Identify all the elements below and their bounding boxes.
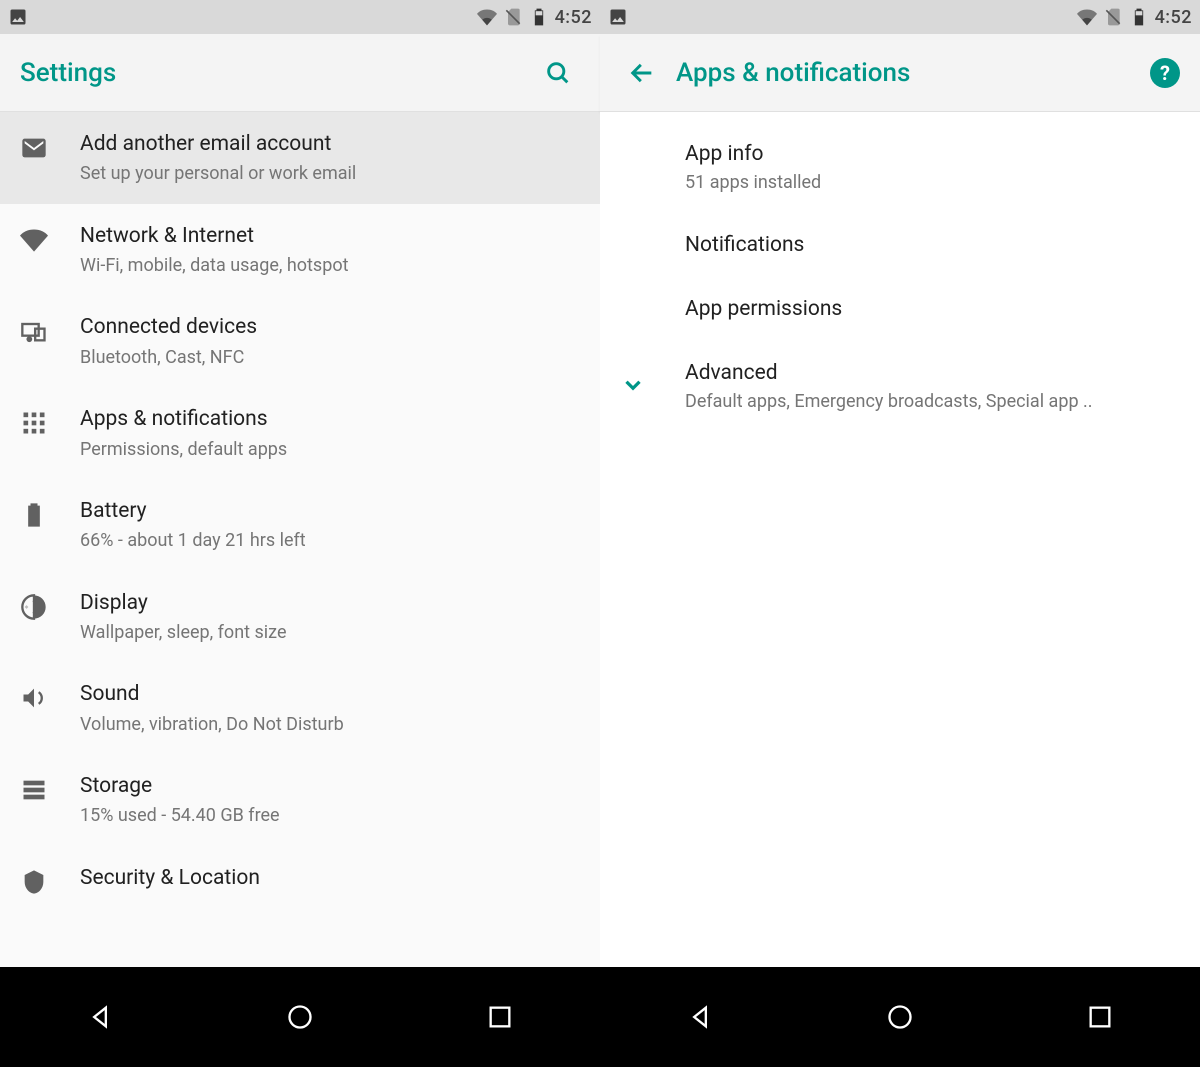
- wifi-status-icon: [477, 7, 497, 27]
- settings-row-apps[interactable]: Apps & notifications Permissions, default…: [0, 387, 600, 479]
- battery-status-icon: [1129, 7, 1149, 27]
- apps-icon: [20, 405, 80, 437]
- row-title: Security & Location: [80, 864, 580, 892]
- apps-row-app-permissions[interactable]: App permissions: [600, 277, 1200, 341]
- right-app-bar: Apps & notifications ?: [600, 34, 1200, 112]
- nav-recent-icon[interactable]: [1080, 997, 1120, 1037]
- back-icon[interactable]: [620, 51, 664, 95]
- row-subtitle: 51 apps installed: [685, 172, 1180, 193]
- status-clock: 4:52: [555, 7, 592, 28]
- row-text: Connected devices Bluetooth, Cast, NFC: [80, 313, 580, 369]
- settings-row-gmail[interactable]: Add another email account Set up your per…: [0, 112, 600, 204]
- apps-notifications-list: App info 51 apps installed Notifications Ap…: [600, 112, 1200, 967]
- row-text: Add another email account Set up your per…: [80, 130, 580, 186]
- settings-row-security[interactable]: Security & Location: [0, 846, 600, 918]
- row-subtitle: Volume, vibration, Do Not Disturb: [80, 713, 580, 736]
- row-title: Connected devices: [80, 313, 580, 341]
- row-text: Apps & notifications Permissions, default…: [80, 405, 580, 461]
- wifi-status-icon: [1077, 7, 1097, 27]
- nav-recent-icon[interactable]: [480, 997, 520, 1037]
- settings-row-wifi[interactable]: Network & Internet Wi-Fi, mobile, data us…: [0, 204, 600, 296]
- battery-status-icon: [529, 7, 549, 27]
- battery-icon: [20, 497, 80, 529]
- settings-row-sound[interactable]: Sound Volume, vibration, Do Not Disturb: [0, 662, 600, 754]
- row-text: Battery 66% - about 1 day 21 hrs left: [80, 497, 580, 553]
- storage-icon: [20, 772, 80, 804]
- row-title: Battery: [80, 497, 580, 525]
- status-bar: 4:52: [600, 0, 1200, 34]
- row-title: Add another email account: [80, 130, 580, 158]
- row-subtitle: 15% used - 54.40 GB free: [80, 804, 580, 827]
- picture-icon: [8, 7, 28, 27]
- status-bar: 4:52: [0, 0, 600, 34]
- row-title: Notifications: [685, 233, 1180, 257]
- nav-home-icon[interactable]: [880, 997, 920, 1037]
- no-sim-icon: [503, 7, 523, 27]
- row-subtitle: Default apps, Emergency broadcasts, Spec…: [685, 391, 1180, 412]
- settings-row-battery[interactable]: Battery 66% - about 1 day 21 hrs left: [0, 479, 600, 571]
- app-root: 4:52 Settings Add another email account S…: [0, 0, 1200, 1067]
- display-icon: [20, 589, 80, 621]
- row-text: Sound Volume, vibration, Do Not Disturb: [80, 680, 580, 736]
- row-title: Advanced: [685, 361, 1180, 385]
- left-pane: 4:52 Settings Add another email account S…: [0, 0, 600, 967]
- row-subtitle: Wi-Fi, mobile, data usage, hotspot: [80, 254, 580, 277]
- row-title: Storage: [80, 772, 580, 800]
- row-text: Security & Location: [80, 864, 580, 892]
- apps-row-notifications[interactable]: Notifications: [600, 213, 1200, 277]
- row-text: Network & Internet Wi-Fi, mobile, data us…: [80, 222, 580, 278]
- left-title: Settings: [20, 58, 528, 88]
- row-subtitle: Set up your personal or work email: [80, 162, 580, 185]
- row-title: Apps & notifications: [80, 405, 580, 433]
- nav-back-icon[interactable]: [680, 997, 720, 1037]
- row-title: App info: [685, 142, 1180, 166]
- picture-icon: [608, 7, 628, 27]
- row-title: Display: [80, 589, 580, 617]
- settings-row-display[interactable]: Display Wallpaper, sleep, font size: [0, 571, 600, 663]
- right-title: Apps & notifications: [676, 58, 1150, 88]
- no-sim-icon: [1103, 7, 1123, 27]
- right-scroll-area[interactable]: App info 51 apps installed Notifications Ap…: [600, 112, 1200, 967]
- settings-row-storage[interactable]: Storage 15% used - 54.40 GB free: [0, 754, 600, 846]
- left-app-bar: Settings: [0, 34, 600, 112]
- sound-icon: [20, 680, 80, 712]
- apps-row-advanced[interactable]: Advanced Default apps, Emergency broadcas…: [600, 341, 1200, 432]
- row-subtitle: Bluetooth, Cast, NFC: [80, 346, 580, 369]
- row-title: Network & Internet: [80, 222, 580, 250]
- wifi-icon: [20, 222, 80, 254]
- nav-bar: [0, 967, 1200, 1067]
- row-subtitle: 66% - about 1 day 21 hrs left: [80, 529, 580, 552]
- right-pane: 4:52 Apps & notifications ? App info 51 a…: [600, 0, 1200, 967]
- row-subtitle: Wallpaper, sleep, font size: [80, 621, 580, 644]
- nav-home-icon[interactable]: [280, 997, 320, 1037]
- search-icon[interactable]: [536, 51, 580, 95]
- row-title: Sound: [80, 680, 580, 708]
- security-icon: [20, 864, 80, 896]
- row-title: App permissions: [685, 297, 1180, 321]
- row-subtitle: Permissions, default apps: [80, 438, 580, 461]
- help-icon[interactable]: ?: [1150, 58, 1180, 88]
- status-clock: 4:52: [1155, 7, 1192, 28]
- row-text: Display Wallpaper, sleep, font size: [80, 589, 580, 645]
- devices-icon: [20, 313, 80, 345]
- apps-row-app-info[interactable]: App info 51 apps installed: [600, 122, 1200, 213]
- row-text: Storage 15% used - 54.40 GB free: [80, 772, 580, 828]
- gmail-icon: [20, 130, 80, 162]
- settings-list: Add another email account Set up your per…: [0, 112, 600, 918]
- chevron-down-icon: [620, 372, 646, 402]
- left-scroll-area[interactable]: Add another email account Set up your per…: [0, 112, 600, 967]
- settings-row-devices[interactable]: Connected devices Bluetooth, Cast, NFC: [0, 295, 600, 387]
- nav-back-icon[interactable]: [80, 997, 120, 1037]
